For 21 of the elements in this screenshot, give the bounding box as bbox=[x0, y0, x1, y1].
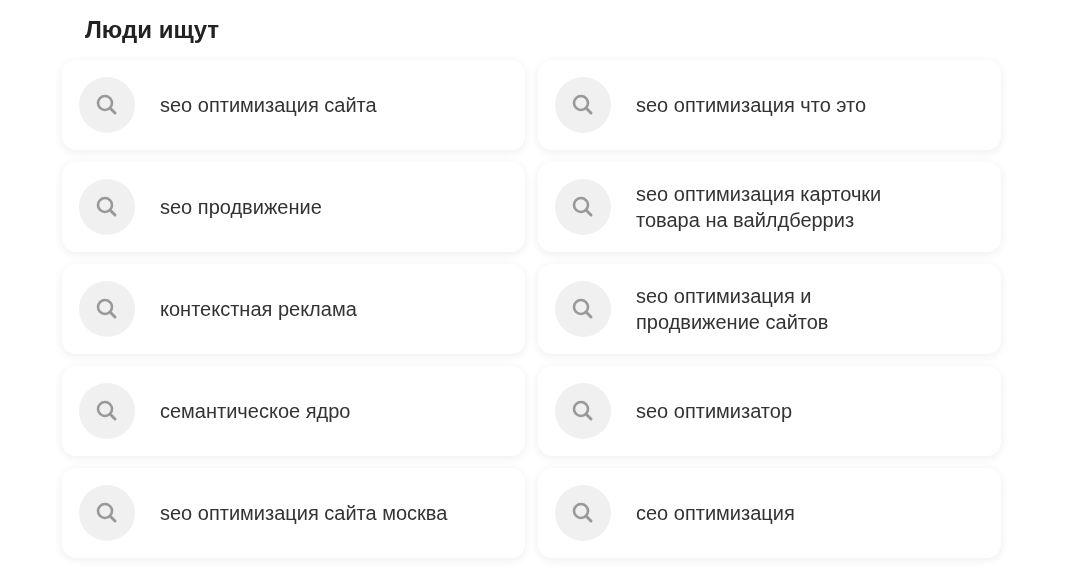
search-suggestion[interactable]: сео оптимизация bbox=[538, 468, 1001, 558]
search-icon bbox=[79, 383, 135, 439]
search-icon bbox=[79, 77, 135, 133]
search-icon bbox=[555, 77, 611, 133]
search-suggestion[interactable]: seo оптимизация и продвижение сайтов bbox=[538, 264, 1001, 354]
search-suggestion[interactable]: seo оптимизация сайта москва bbox=[62, 468, 525, 558]
search-suggestion[interactable]: seo оптимизация сайта bbox=[62, 60, 525, 150]
search-suggestion[interactable]: seo продвижение bbox=[62, 162, 525, 252]
search-suggestion[interactable]: seo оптимизация что это bbox=[538, 60, 1001, 150]
search-icon bbox=[79, 281, 135, 337]
search-icon bbox=[555, 485, 611, 541]
search-suggestion[interactable]: семантическое ядро bbox=[62, 366, 525, 456]
search-icon bbox=[555, 179, 611, 235]
search-icon bbox=[555, 281, 611, 337]
search-suggestion[interactable]: seo оптимизатор bbox=[538, 366, 1001, 456]
search-icon bbox=[79, 179, 135, 235]
search-icon bbox=[555, 383, 611, 439]
search-suggestion[interactable]: seo оптимизация карточки товара на вайлдберриз bbox=[538, 162, 1001, 252]
section-title: Люди ищут bbox=[85, 15, 221, 45]
search-icon bbox=[79, 485, 135, 541]
search-suggestion[interactable]: контекстная реклама bbox=[62, 264, 525, 354]
